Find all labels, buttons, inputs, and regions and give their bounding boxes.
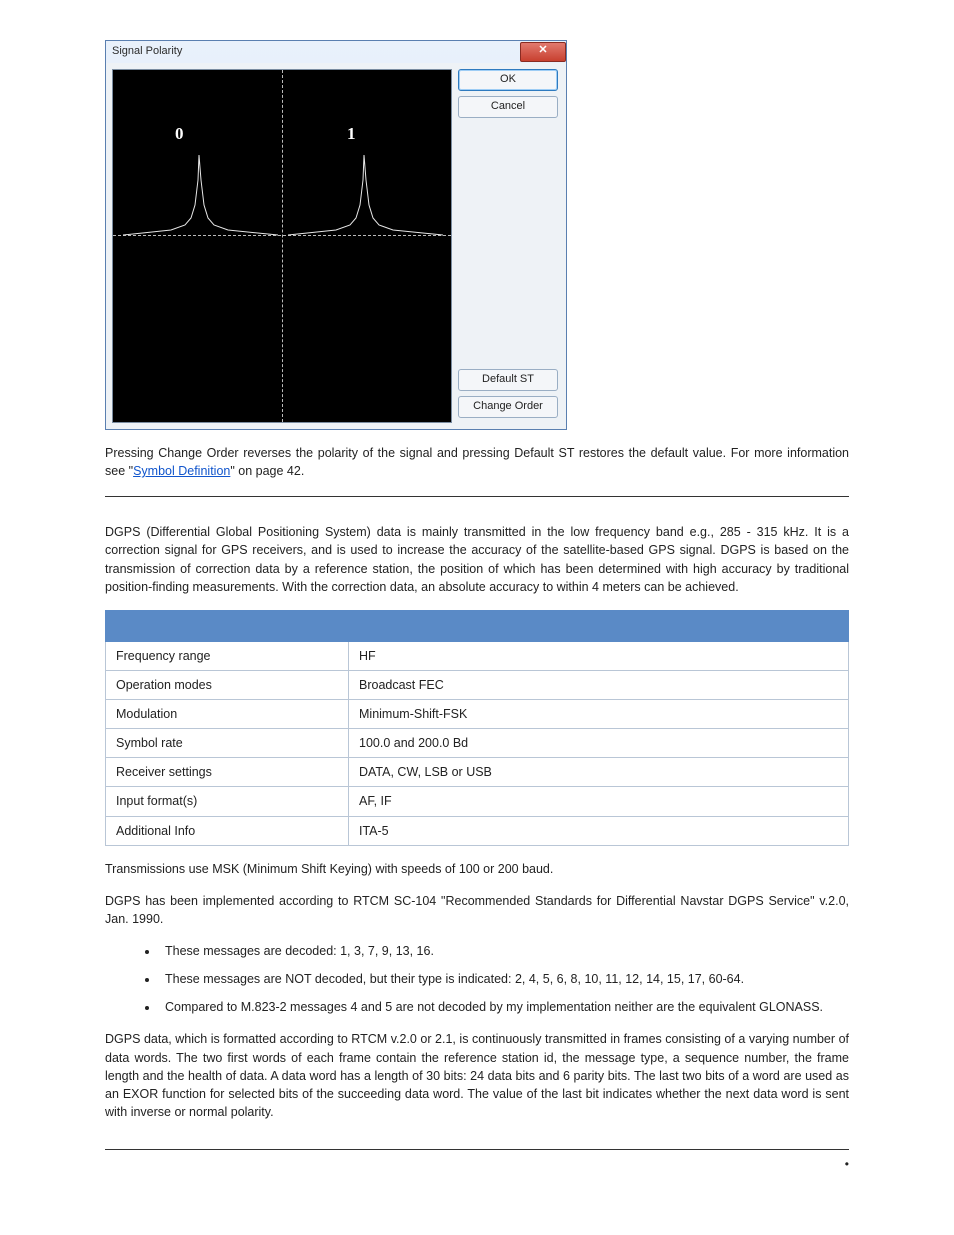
list-item: Compared to M.823-2 messages 4 and 5 are… xyxy=(159,998,849,1016)
table-row: Symbol rate100.0 and 200.0 Bd xyxy=(106,729,849,758)
spec-table: Frequency rangeHFOperation modesBroadcas… xyxy=(105,610,849,846)
spec-key: Modulation xyxy=(106,700,349,729)
section-divider xyxy=(105,496,849,497)
spec-value: Minimum-Shift-FSK xyxy=(349,700,849,729)
caption-text-after: " on page 42. xyxy=(230,464,304,478)
spec-key: Symbol rate xyxy=(106,729,349,758)
spec-header-key xyxy=(106,610,349,641)
closing-paragraph: DGPS data, which is formatted according … xyxy=(105,1030,849,1121)
change-order-button[interactable]: Change Order xyxy=(458,396,558,418)
table-row: Input format(s)AF, IF xyxy=(106,787,849,816)
dialog-title: Signal Polarity xyxy=(112,44,182,60)
table-row: Frequency rangeHF xyxy=(106,641,849,670)
signal-polarity-dialog: Signal Polarity ✕ 0 1 OK Cancel Default … xyxy=(105,40,567,430)
cancel-button[interactable]: Cancel xyxy=(458,96,558,118)
intro-paragraph: DGPS (Differential Global Positioning Sy… xyxy=(105,523,849,596)
footer-divider xyxy=(105,1149,849,1150)
spec-value: DATA, CW, LSB or USB xyxy=(349,758,849,787)
list-item: These messages are NOT decoded, but thei… xyxy=(159,970,849,988)
table-row: Additional InfoITA-5 xyxy=(106,816,849,845)
table-row: Operation modesBroadcast FEC xyxy=(106,670,849,699)
dialog-titlebar: Signal Polarity ✕ xyxy=(106,41,566,63)
spec-key: Frequency range xyxy=(106,641,349,670)
list-item: These messages are decoded: 1, 3, 7, 9, … xyxy=(159,942,849,960)
spec-value: AF, IF xyxy=(349,787,849,816)
message-list: These messages are decoded: 1, 3, 7, 9, … xyxy=(105,942,849,1016)
close-icon: ✕ xyxy=(538,44,547,56)
default-st-button[interactable]: Default ST xyxy=(458,369,558,391)
spec-value: 100.0 and 200.0 Bd xyxy=(349,729,849,758)
spec-value: ITA-5 xyxy=(349,816,849,845)
dialog-caption: Pressing Change Order reverses the polar… xyxy=(105,444,849,480)
table-row: ModulationMinimum-Shift-FSK xyxy=(106,700,849,729)
polarity-plot: 0 1 xyxy=(112,69,452,423)
after-table-paragraph-2: DGPS has been implemented according to R… xyxy=(105,892,849,928)
spec-value: HF xyxy=(349,641,849,670)
after-table-paragraph-1: Transmissions use MSK (Minimum Shift Key… xyxy=(105,860,849,878)
close-button[interactable]: ✕ xyxy=(520,42,566,62)
table-row: Receiver settingsDATA, CW, LSB or USB xyxy=(106,758,849,787)
spec-key: Input format(s) xyxy=(106,787,349,816)
spec-key: Receiver settings xyxy=(106,758,349,787)
dialog-side-panel: OK Cancel Default ST Change Order xyxy=(458,69,558,423)
footer-bullet: • xyxy=(105,1156,849,1173)
ok-button[interactable]: OK xyxy=(458,69,558,91)
symbol-definition-link[interactable]: Symbol Definition xyxy=(133,464,230,478)
spec-value: Broadcast FEC xyxy=(349,670,849,699)
spec-key: Additional Info xyxy=(106,816,349,845)
spec-key: Operation modes xyxy=(106,670,349,699)
spec-header-value xyxy=(349,610,849,641)
